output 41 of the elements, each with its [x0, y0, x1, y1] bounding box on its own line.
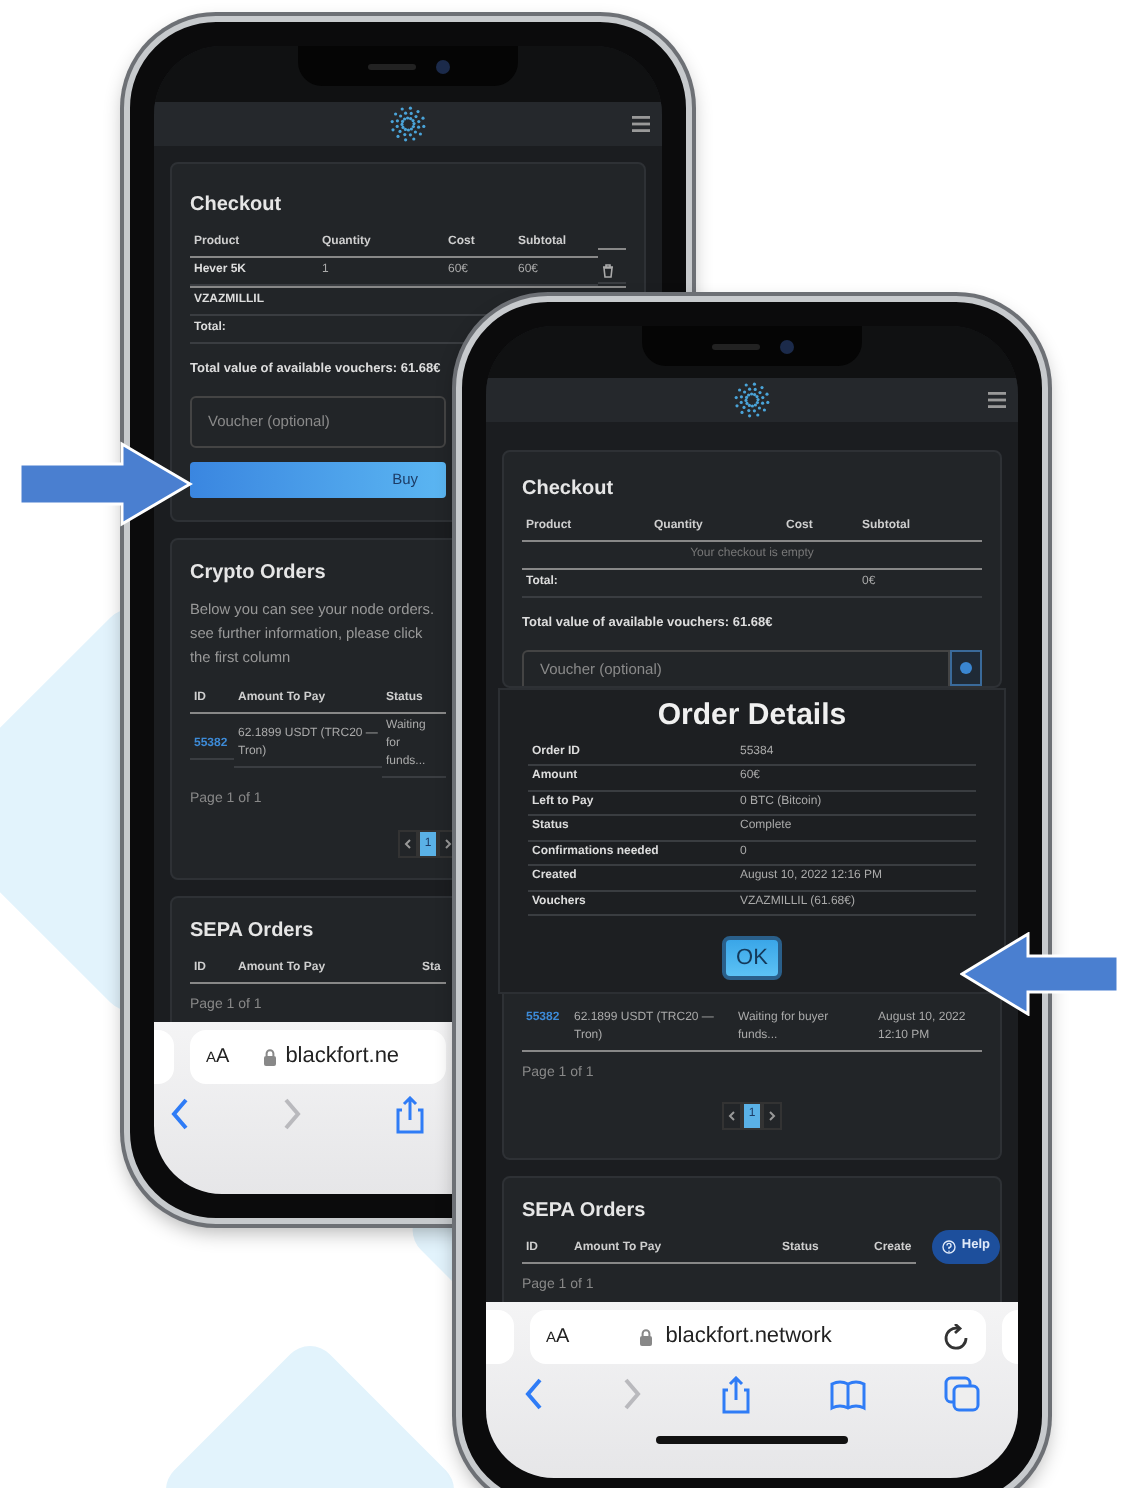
question-icon: [941, 1239, 956, 1254]
address-bar[interactable]: AA blackfort.network: [530, 1310, 986, 1364]
address-bar[interactable]: AA blackfort.ne: [190, 1030, 446, 1084]
card-title: SEPA Orders: [190, 918, 314, 945]
chevron-right-icon: [444, 838, 452, 851]
back-icon[interactable]: [524, 1376, 545, 1412]
tab-preview: [1002, 1310, 1018, 1364]
url-text: blackfort.ne: [285, 1042, 400, 1073]
tab-preview: [486, 1310, 514, 1364]
trash-icon[interactable]: [602, 264, 614, 278]
voucher-submit-button[interactable]: [950, 649, 982, 686]
chevron-left-icon: [728, 1109, 736, 1122]
logo-icon[interactable]: [734, 382, 770, 418]
back-icon[interactable]: [170, 1096, 190, 1132]
tab-preview: [154, 1030, 174, 1084]
previous-page-button[interactable]: [722, 1101, 742, 1130]
arrow-icon: [18, 440, 194, 528]
chevron-left-icon: [404, 838, 412, 851]
text-size-button[interactable]: AA: [546, 1322, 570, 1352]
share-icon[interactable]: [394, 1095, 426, 1133]
tabs-icon[interactable]: [943, 1376, 980, 1412]
url-text: blackfort.network: [665, 1322, 832, 1353]
circle-icon: [960, 661, 972, 674]
reload-icon[interactable]: [942, 1323, 970, 1351]
bookmarks-icon[interactable]: [829, 1377, 866, 1411]
card-title: SEPA Orders: [522, 1197, 646, 1224]
previous-page-button[interactable]: [398, 830, 418, 859]
logo-icon[interactable]: [390, 106, 426, 142]
card-title: Crypto Orders: [190, 560, 326, 587]
text-size-button[interactable]: AA: [206, 1042, 230, 1072]
share-icon[interactable]: [719, 1375, 752, 1413]
dialog-title: Order Details: [657, 697, 847, 734]
next-page-button[interactable]: [762, 1101, 782, 1130]
card-title: Checkout: [522, 476, 614, 502]
lock-icon: [261, 1048, 278, 1066]
chevron-right-icon: [768, 1109, 776, 1122]
menu-icon[interactable]: [988, 392, 1006, 408]
menu-icon[interactable]: [632, 116, 650, 132]
lock-icon: [637, 1328, 654, 1346]
ok-button[interactable]: OK: [722, 936, 782, 981]
card-title: Checkout: [190, 192, 282, 218]
